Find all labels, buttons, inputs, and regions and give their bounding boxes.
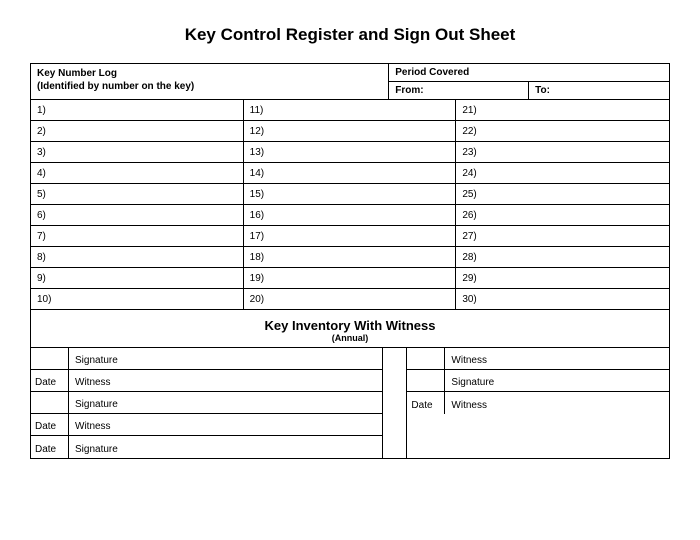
log-cell: 30) [456, 289, 669, 310]
witness-label: Witness [445, 392, 669, 414]
signature-label: Signature [69, 392, 382, 413]
log-cell: 18) [244, 247, 456, 268]
witness-gap [382, 348, 408, 458]
signature-label: Signature [69, 436, 382, 458]
log-cell: 3) [31, 142, 243, 163]
date-cell [407, 370, 445, 391]
date-cell [31, 348, 69, 369]
period-header: Period Covered From: To: [388, 64, 669, 99]
log-cell: 10) [31, 289, 243, 310]
form-table: Key Number Log (Identified by number on … [30, 63, 670, 459]
log-cell: 4) [31, 163, 243, 184]
key-log-header: Key Number Log (Identified by number on … [31, 64, 388, 99]
witness-right: Witness Signature Date Witness [407, 348, 669, 458]
inventory-title: Key Inventory With Witness [31, 318, 669, 333]
log-cell: 21) [456, 100, 669, 121]
log-cell: 22) [456, 121, 669, 142]
log-cell: 7) [31, 226, 243, 247]
log-cell: 8) [31, 247, 243, 268]
witness-section: Signature Date Witness Signature Date Wi… [31, 348, 669, 458]
log-cell: 2) [31, 121, 243, 142]
period-title: Period Covered [389, 64, 669, 82]
period-from-label: From: [389, 82, 529, 99]
log-cell: 15) [244, 184, 456, 205]
log-cell: 28) [456, 247, 669, 268]
date-cell [31, 392, 69, 413]
log-cell: 29) [456, 268, 669, 289]
log-cell: 6) [31, 205, 243, 226]
log-cell: 16) [244, 205, 456, 226]
log-cell: 27) [456, 226, 669, 247]
signature-label: Signature [445, 370, 669, 391]
log-cell: 23) [456, 142, 669, 163]
log-cell: 19) [244, 268, 456, 289]
witness-left: Signature Date Witness Signature Date Wi… [31, 348, 382, 458]
witness-label: Witness [69, 414, 382, 435]
log-cell: 12) [244, 121, 456, 142]
date-cell: Date [31, 436, 69, 458]
date-cell: Date [31, 414, 69, 435]
signature-label: Signature [69, 348, 382, 369]
log-cell: 20) [244, 289, 456, 310]
log-cell: 13) [244, 142, 456, 163]
log-cell: 17) [244, 226, 456, 247]
key-log-sub: (Identified by number on the key) [37, 80, 382, 93]
log-cell: 9) [31, 268, 243, 289]
date-cell: Date [31, 370, 69, 391]
log-cell: 14) [244, 163, 456, 184]
period-to-label: To: [529, 82, 669, 99]
inventory-sub: (Annual) [31, 333, 669, 343]
witness-label: Witness [445, 348, 669, 369]
key-log-grid: 1) 2) 3) 4) 5) 6) 7) 8) 9) 10) 11) 12) 1… [31, 100, 669, 310]
log-cell: 26) [456, 205, 669, 226]
log-col-1: 1) 2) 3) 4) 5) 6) 7) 8) 9) 10) [31, 100, 244, 310]
header-row: Key Number Log (Identified by number on … [31, 64, 669, 100]
date-cell: Date [407, 392, 445, 414]
key-log-title: Key Number Log [37, 67, 382, 80]
log-col-3: 21) 22) 23) 24) 25) 26) 27) 28) 29) 30) [456, 100, 669, 310]
log-cell: 1) [31, 100, 243, 121]
log-cell: 25) [456, 184, 669, 205]
log-col-2: 11) 12) 13) 14) 15) 16) 17) 18) 19) 20) [244, 100, 457, 310]
log-cell: 11) [244, 100, 456, 121]
witness-label: Witness [69, 370, 382, 391]
log-cell: 24) [456, 163, 669, 184]
page-title: Key Control Register and Sign Out Sheet [30, 25, 670, 45]
inventory-header: Key Inventory With Witness (Annual) [31, 310, 669, 348]
date-cell [407, 348, 445, 369]
log-cell: 5) [31, 184, 243, 205]
